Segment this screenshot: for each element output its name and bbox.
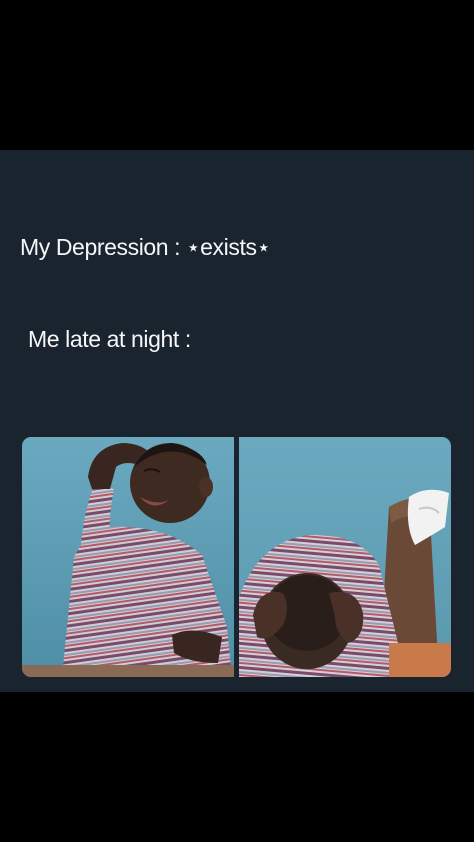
caption-depression-exists: My Depression : ⋆exists⋆ [20,234,271,260]
meme-image-pair [22,437,451,677]
meme-post: My Depression : ⋆exists⋆ Me late at nigh… [0,150,474,692]
boy-clutching-head-bent-over-image [239,437,451,677]
caption-me-late-at-night: Me late at night : [28,326,191,352]
crying-boy-holding-head-image [22,437,234,677]
